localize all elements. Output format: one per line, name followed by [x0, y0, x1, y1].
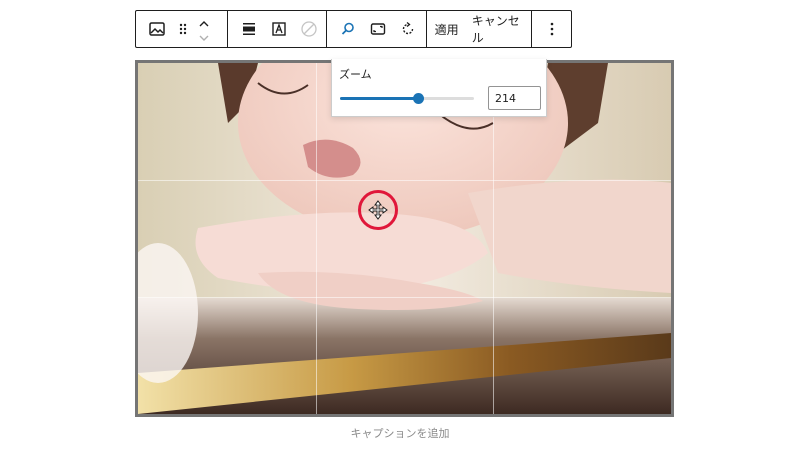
more-options-button[interactable]: [537, 11, 567, 47]
grid-line-horizontal-2: [138, 297, 671, 298]
text-overlay-icon: [271, 22, 286, 36]
zoom-value-input[interactable]: [488, 86, 541, 110]
duotone-button[interactable]: [294, 11, 324, 47]
zoom-popover: ズーム: [331, 59, 547, 117]
toolbar-group-crop: [327, 11, 427, 47]
toolbar-group-actions: 適用 キャンセル: [427, 11, 533, 47]
grid-line-vertical-1: [316, 63, 317, 414]
image-block-button[interactable]: [142, 11, 172, 47]
align-icon: [242, 23, 255, 35]
search-icon: [342, 22, 354, 35]
more-options-icon: [550, 22, 553, 36]
zoom-button[interactable]: [333, 11, 363, 47]
toolbar-group-format: [228, 11, 328, 47]
toolbar-group-block: [136, 11, 228, 47]
cancel-button[interactable]: キャンセル: [467, 11, 532, 47]
block-mover: [194, 11, 214, 47]
apply-button[interactable]: 適用: [427, 11, 467, 47]
duotone-icon: [300, 21, 317, 37]
image-icon: [149, 22, 165, 36]
grid-line-horizontal-1: [138, 180, 671, 181]
move-icon: [368, 200, 388, 220]
drag-button[interactable]: [172, 11, 194, 47]
drag-icon: [179, 23, 187, 35]
zoom-slider[interactable]: [340, 93, 474, 104]
toolbar-group-more: [532, 11, 571, 47]
rotate-button[interactable]: [393, 11, 423, 47]
block-toolbar: 適用 キャンセル: [135, 10, 572, 48]
aspect-ratio-icon: [370, 23, 386, 35]
rotate-icon: [402, 21, 414, 35]
move-up-button[interactable]: [198, 15, 210, 29]
move-down-button[interactable]: [198, 29, 210, 43]
zoom-label: ズーム: [339, 68, 372, 81]
text-overlay-button[interactable]: [264, 11, 294, 47]
caption-placeholder[interactable]: キャプションを追加: [0, 425, 800, 441]
move-down-icon: [199, 35, 209, 41]
move-handle[interactable]: [358, 190, 398, 230]
zoom-slider-fill: [340, 97, 418, 100]
zoom-slider-thumb[interactable]: [412, 93, 424, 104]
aspect-ratio-button[interactable]: [363, 11, 393, 47]
align-button[interactable]: [234, 11, 264, 47]
